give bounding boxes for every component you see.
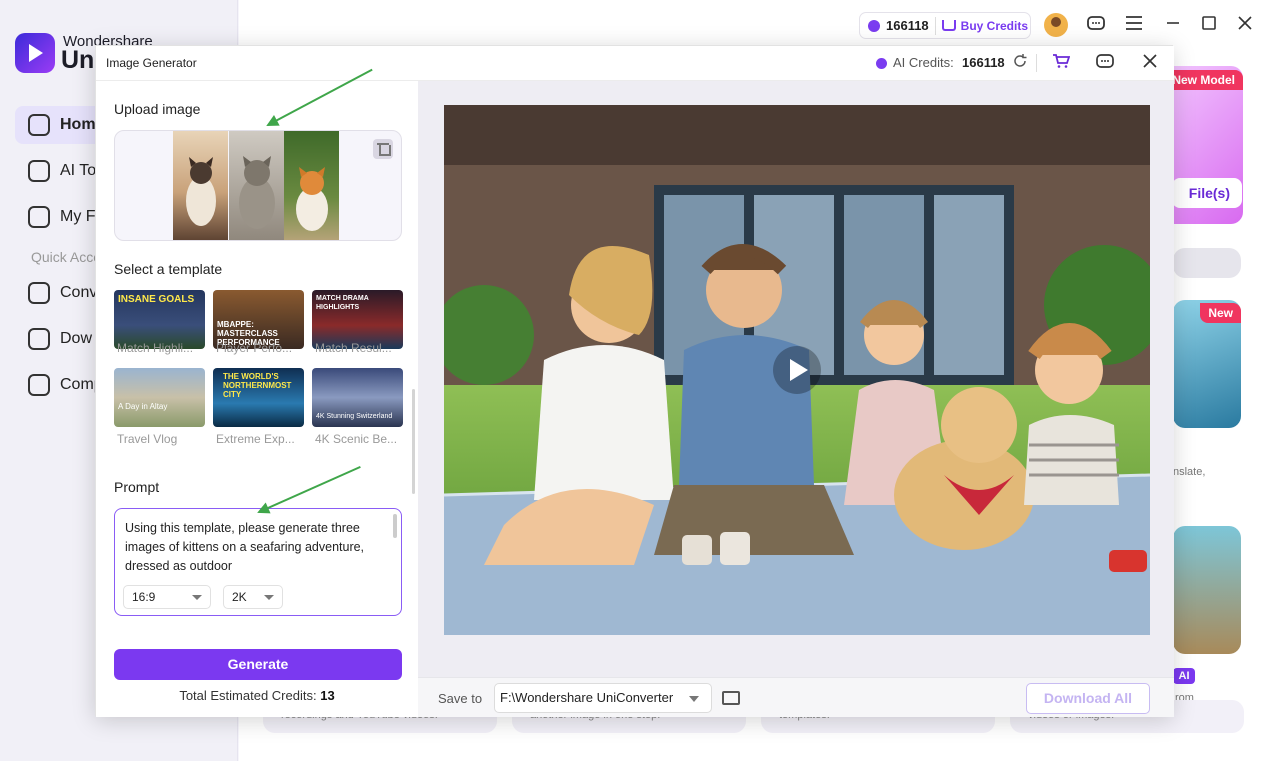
ai-toolbox-icon [28,160,50,182]
sidebar-item-label: Hom [60,116,96,133]
preview-panel: Save to F:\Wondershare UniConverter Down… [418,81,1174,717]
maximize-icon[interactable] [1198,14,1220,36]
new-model-badge: New Model [1164,70,1243,90]
template-title: Select a template [114,261,223,277]
dialog-header: Image Generator AI Credits: 166118 [96,46,1174,81]
resolution-select[interactable]: 2K [223,585,283,609]
ai-badge: AI [1173,668,1195,684]
my-files-icon [28,206,50,228]
menu-icon[interactable] [1123,14,1145,36]
save-path-select[interactable]: F:\Wondershare UniConverter [494,683,712,713]
save-path-value: F:\Wondershare UniConverter [500,690,674,705]
template-thumbnail[interactable]: A Day in Altay [114,368,205,427]
close-icon[interactable] [1234,14,1256,36]
buy-credits-link[interactable]: Buy Credits [961,19,1028,33]
divider [1036,54,1037,72]
files-button[interactable]: File(s) [1172,178,1242,208]
estimated-credits-label: Total Estimated Credits: [179,688,317,703]
template-label: Match Highli... [117,341,194,355]
search-bar-fragment[interactable] [1173,248,1241,278]
home-icon [28,114,50,136]
feedback-icon[interactable] [1094,53,1116,75]
uploaded-image-siamese-cat[interactable] [173,131,228,240]
app-logo-icon [15,33,55,73]
avatar-icon[interactable] [1044,13,1068,37]
prompt-title: Prompt [114,479,160,495]
template-thumbnail[interactable]: 4K Stunning Switzerland [312,368,403,427]
cart-icon [941,20,956,31]
template-label: Player Perfo... [216,341,293,355]
downloader-icon [28,328,50,350]
family-photo-illustration [444,105,1150,635]
refresh-icon[interactable] [1009,53,1031,75]
chevron-down-icon [192,595,202,600]
template-caption: 4K Stunning Switzerland [316,413,393,420]
template-label: Match Resul... [315,341,392,355]
cart-icon[interactable] [1050,53,1072,75]
feature-card-text: nslate, [1173,466,1206,478]
estimated-credits: Total Estimated Credits: 13 [96,688,418,703]
template-label: Extreme Exp... [216,432,295,446]
template-thumbnail[interactable]: THE WORLD'S NORTHERNMOST CITY [213,368,304,427]
trash-icon[interactable] [373,139,393,159]
save-to-label: Save to [438,691,483,706]
upload-area[interactable] [114,130,402,241]
feature-card-image[interactable]: New [1173,300,1241,428]
new-badge: New [1200,303,1241,323]
credits-pill[interactable]: 166118 Buy Credits [859,12,1031,39]
prompt-text[interactable]: Using this template, please generate thr… [125,519,387,577]
compressor-icon [28,374,50,396]
credit-coin-icon [868,19,880,32]
download-all-button[interactable]: Download All [1026,683,1150,714]
prompt-scrollbar[interactable] [393,514,397,538]
dialog-close-icon[interactable] [1139,53,1161,75]
aspect-ratio-select[interactable]: 16:9 [123,585,211,609]
template-caption: INSANE GOALS [118,294,195,305]
settings-panel: Upload image Select a template INSANE GO… [96,81,418,717]
folder-icon[interactable] [722,691,740,705]
template-label: Travel Vlog [117,432,178,446]
credit-balance: 166118 [886,18,929,33]
templates-scrollbar[interactable] [412,389,415,494]
ai-credits-value: 166118 [962,55,1005,70]
chevron-down-icon [689,696,699,702]
sidebar-item-label: Dow [60,330,93,347]
prompt-textarea[interactable]: Using this template, please generate thr… [114,508,402,616]
sidebar-item-label: My F [60,208,96,225]
credit-coin-icon [876,58,887,69]
sidebar-item-label: AI To [60,162,97,179]
minimize-icon[interactable] [1162,14,1184,36]
template-caption: MATCH DRAMA HIGHLIGHTS [316,295,369,311]
template-caption: THE WORLD'S NORTHERNMOST CITY [223,372,292,399]
sidebar-item-label: Conv [60,284,98,301]
dialog-title: Image Generator [106,56,197,70]
save-bar: Save to F:\Wondershare UniConverter Down… [418,677,1174,717]
upload-title: Upload image [114,101,201,117]
generate-button[interactable]: Generate [114,649,402,680]
template-caption: A Day in Altay [118,402,168,411]
template-label: 4K Scenic Be... [315,432,398,446]
uploaded-image-orange-cat[interactable] [284,131,339,240]
aspect-ratio-value: 16:9 [132,590,156,604]
image-generator-dialog: Image Generator AI Credits: 166118 Uploa… [95,45,1174,717]
feature-card-image-2[interactable] [1173,526,1241,654]
chat-icon[interactable] [1085,14,1107,36]
quick-access-heading: Quick Acce [31,249,102,265]
estimated-credits-value: 13 [320,688,335,703]
divider [934,16,936,35]
resolution-value: 2K [232,590,247,604]
chevron-down-icon [264,595,274,600]
ai-credits-label: AI Credits: [893,55,954,70]
preview-image[interactable] [444,105,1150,635]
converter-icon [28,282,50,304]
uploaded-image-grey-cat[interactable] [229,131,284,240]
